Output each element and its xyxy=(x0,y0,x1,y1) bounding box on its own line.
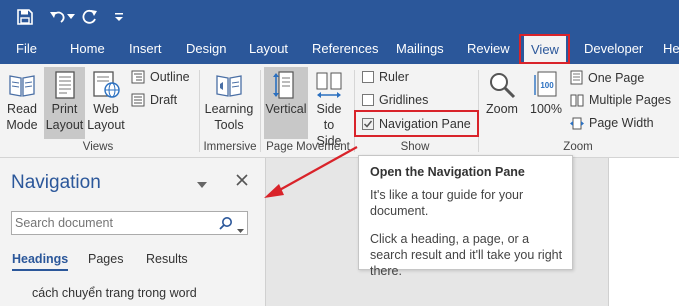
annotation-arrow xyxy=(264,146,358,198)
